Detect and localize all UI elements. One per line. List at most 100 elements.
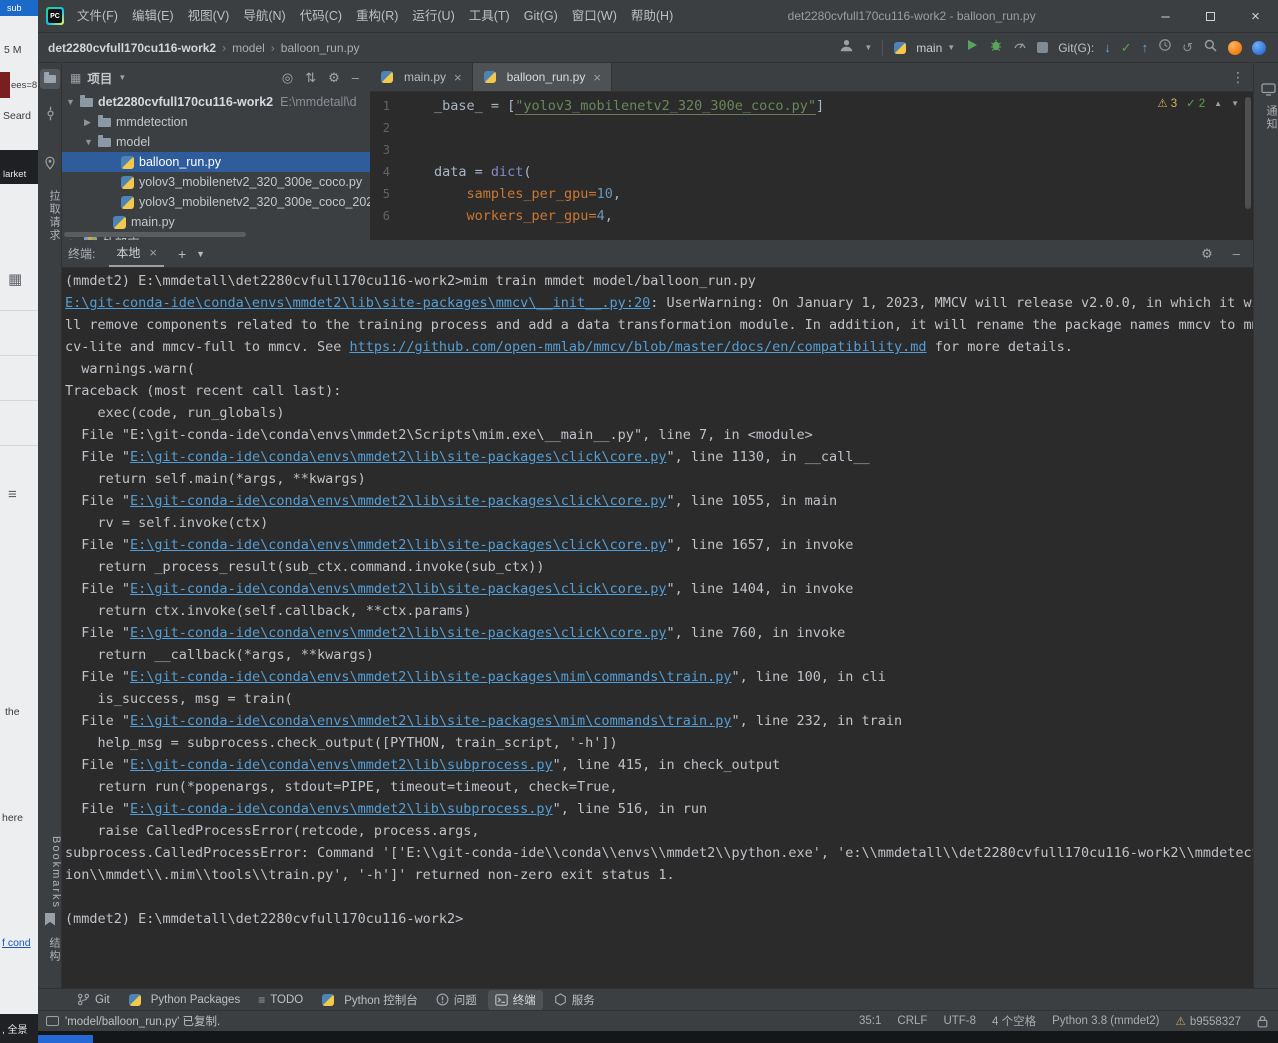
hide-panel-button[interactable]: – — [349, 70, 362, 85]
menu-item[interactable]: 帮助(H) — [624, 0, 680, 32]
terminal-link[interactable]: https://github.com/open-mmlab/mmcv/blob/… — [349, 339, 926, 355]
close-icon[interactable]: × — [149, 245, 157, 260]
git-menu-label[interactable]: Git(G): — [1058, 41, 1094, 55]
profiler-button[interactable] — [1013, 38, 1027, 57]
commit-tool-button[interactable] — [40, 103, 60, 123]
terminal-link[interactable]: E:\git-conda-ide\conda\envs\mmdet2\lib\s… — [130, 669, 731, 685]
git-push-icon[interactable]: ↑ — [1142, 41, 1149, 54]
git-update-icon[interactable]: ↓ — [1104, 41, 1111, 54]
terminal-link[interactable]: E:\git-conda-ide\conda\envs\mmdet2\lib\s… — [130, 449, 666, 465]
menu-item[interactable]: 文件(F) — [70, 0, 125, 32]
inspections-widget[interactable]: ⚠ 3 ✓ 2 ▲ ▼ — [1157, 96, 1239, 110]
terminal-link[interactable]: E:\git-conda-ide\conda\envs\mmdet2\lib\s… — [130, 757, 553, 773]
tree-item-balloon-run-py[interactable]: balloon_run.py — [62, 152, 370, 172]
minimize-button[interactable]: – — [1143, 0, 1188, 33]
terminal-link[interactable]: E:\git-conda-ide\conda\envs\mmdet2\lib\s… — [65, 295, 650, 311]
background-link[interactable]: f cond — [2, 937, 31, 949]
terminal-link[interactable]: E:\git-conda-ide\conda\envs\mmdet2\lib\s… — [130, 493, 666, 509]
breadcrumb-item[interactable]: model — [232, 41, 265, 55]
history-icon[interactable] — [1158, 38, 1172, 57]
code-editor[interactable]: 1 _base_ = ["yolov3_mobilenetv2_320_300e_… — [370, 92, 1253, 240]
bookmark-icon[interactable] — [40, 909, 60, 929]
event-icon[interactable] — [1228, 40, 1242, 55]
tab-balloon-run-py[interactable]: balloon_run.py × — [472, 63, 612, 91]
chevron-down-icon[interactable]: ▼ — [66, 97, 79, 107]
tree-item-mmdetection[interactable]: ▶ mmdetection — [62, 112, 370, 132]
tool-button-services[interactable]: 服务 — [547, 990, 602, 1010]
caret-position[interactable]: 35:1 — [859, 1015, 881, 1027]
project-tool-button[interactable] — [40, 69, 60, 89]
menu-item[interactable]: 代码(C) — [293, 0, 349, 32]
maximize-button[interactable] — [1188, 0, 1233, 33]
indent-style[interactable]: 4 个空格 — [992, 1013, 1036, 1029]
python-interpreter[interactable]: Python 3.8 (mmdet2) — [1052, 1015, 1159, 1027]
panel-settings-icon[interactable]: ⚙ — [325, 70, 343, 86]
close-button[interactable]: × — [1233, 0, 1278, 33]
run-configuration-selector[interactable]: main ▼ — [893, 41, 955, 55]
terminal-tab-local[interactable]: 本地 × — [109, 240, 164, 267]
structure-tool-button[interactable]: 结构 — [38, 937, 62, 963]
tool-button-problems[interactable]: 问题 — [429, 990, 484, 1010]
new-terminal-button[interactable]: + — [178, 246, 186, 262]
chevron-down-icon[interactable]: ▼ — [196, 249, 205, 259]
tab-options-icon[interactable]: ⋮ — [1223, 69, 1253, 86]
tree-item-yolov3-coco[interactable]: yolov3_mobilenetv2_320_300e_coco.py — [62, 172, 370, 192]
tree-item-project-root[interactable]: ▼ det2280cvfull170cu116-work2 E:\mmdetal… — [62, 92, 370, 112]
lock-icon[interactable] — [1257, 1015, 1268, 1028]
tool-button-terminal[interactable]: 终端 — [487, 989, 543, 1010]
tool-button-git[interactable]: Git — [70, 991, 117, 1008]
tree-item-yolov3-coco-202[interactable]: yolov3_mobilenetv2_320_300e_coco_202 — [62, 192, 370, 212]
build-status[interactable]: ⚠ b9558327 — [1176, 1014, 1241, 1028]
close-icon[interactable]: × — [593, 70, 601, 85]
breadcrumb-item[interactable]: det2280cvfull170cu116-work2 — [48, 41, 216, 55]
device-icon[interactable] — [1258, 79, 1278, 99]
tool-button-python-packages[interactable]: Python Packages — [121, 992, 248, 1008]
terminal-link[interactable]: E:\git-conda-ide\conda\envs\mmdet2\lib\s… — [130, 625, 666, 641]
search-icon[interactable] — [1203, 38, 1218, 58]
menu-item[interactable]: 视图(V) — [181, 0, 237, 32]
terminal-link[interactable]: E:\git-conda-ide\conda\envs\mmdet2\lib\s… — [130, 713, 731, 729]
next-problem-icon[interactable]: ▼ — [1231, 99, 1239, 108]
chevron-right-icon[interactable]: ▶ — [84, 117, 97, 128]
terminal-link[interactable]: E:\git-conda-ide\conda\envs\mmdet2\lib\s… — [130, 581, 666, 597]
expand-collapse-button[interactable]: ⇅ — [302, 70, 319, 86]
bookmarks-tool-button[interactable]: Bookmarks — [38, 836, 62, 909]
horizontal-scrollbar[interactable] — [64, 232, 246, 237]
tree-item-model[interactable]: ▼ model — [62, 132, 370, 152]
chevron-down-icon[interactable]: ▼ — [84, 137, 97, 147]
breadcrumb-item[interactable]: balloon_run.py — [281, 41, 360, 55]
debug-button[interactable] — [989, 38, 1003, 57]
menu-item[interactable]: Git(G) — [517, 0, 565, 32]
menu-item[interactable]: 工具(T) — [462, 0, 517, 32]
git-commit-icon[interactable]: ✓ — [1121, 41, 1132, 54]
menu-item[interactable]: 导航(N) — [236, 0, 292, 32]
close-icon[interactable]: × — [454, 70, 462, 85]
terminal-output[interactable]: (mmdet2) E:\mmdetall\det2280cvfull170cu1… — [62, 268, 1253, 987]
status-bar-icon[interactable] — [46, 1016, 59, 1026]
editor-scrollbar[interactable] — [1245, 97, 1251, 209]
menu-item[interactable]: 编辑(E) — [125, 0, 181, 32]
profile-icon[interactable] — [1252, 40, 1266, 55]
chevron-down-icon[interactable]: ▼ — [118, 73, 126, 82]
pin-tool-button[interactable] — [40, 153, 60, 173]
run-button[interactable] — [965, 38, 979, 57]
notifications-tool-button[interactable]: 通知 — [1255, 105, 1278, 131]
project-panel-title[interactable]: 项目 — [87, 68, 112, 87]
tool-button-python-console[interactable]: Python 控制台 — [314, 990, 425, 1010]
stop-button[interactable] — [1037, 42, 1049, 53]
line-separator[interactable]: CRLF — [897, 1015, 927, 1027]
prev-problem-icon[interactable]: ▲ — [1214, 99, 1222, 108]
pull-requests-tool-button[interactable]: 拉取请求 — [38, 190, 62, 242]
user-account-icon[interactable] — [839, 38, 854, 58]
menu-item[interactable]: 运行(U) — [405, 0, 461, 32]
menu-item[interactable]: 窗口(W) — [565, 0, 624, 32]
tree-item-main-py[interactable]: main.py — [62, 212, 370, 232]
terminal-minimize-icon[interactable]: – — [1230, 246, 1243, 261]
locate-file-button[interactable]: ◎ — [279, 70, 296, 86]
tab-main-py[interactable]: main.py × — [370, 63, 473, 91]
tool-button-todo[interactable]: ≡ TODO — [251, 991, 310, 1009]
terminal-settings-icon[interactable]: ⚙ — [1198, 246, 1216, 262]
terminal-link[interactable]: E:\git-conda-ide\conda\envs\mmdet2\lib\s… — [130, 537, 666, 553]
rollback-icon[interactable]: ↺ — [1182, 41, 1193, 54]
menu-item[interactable]: 重构(R) — [349, 0, 405, 32]
